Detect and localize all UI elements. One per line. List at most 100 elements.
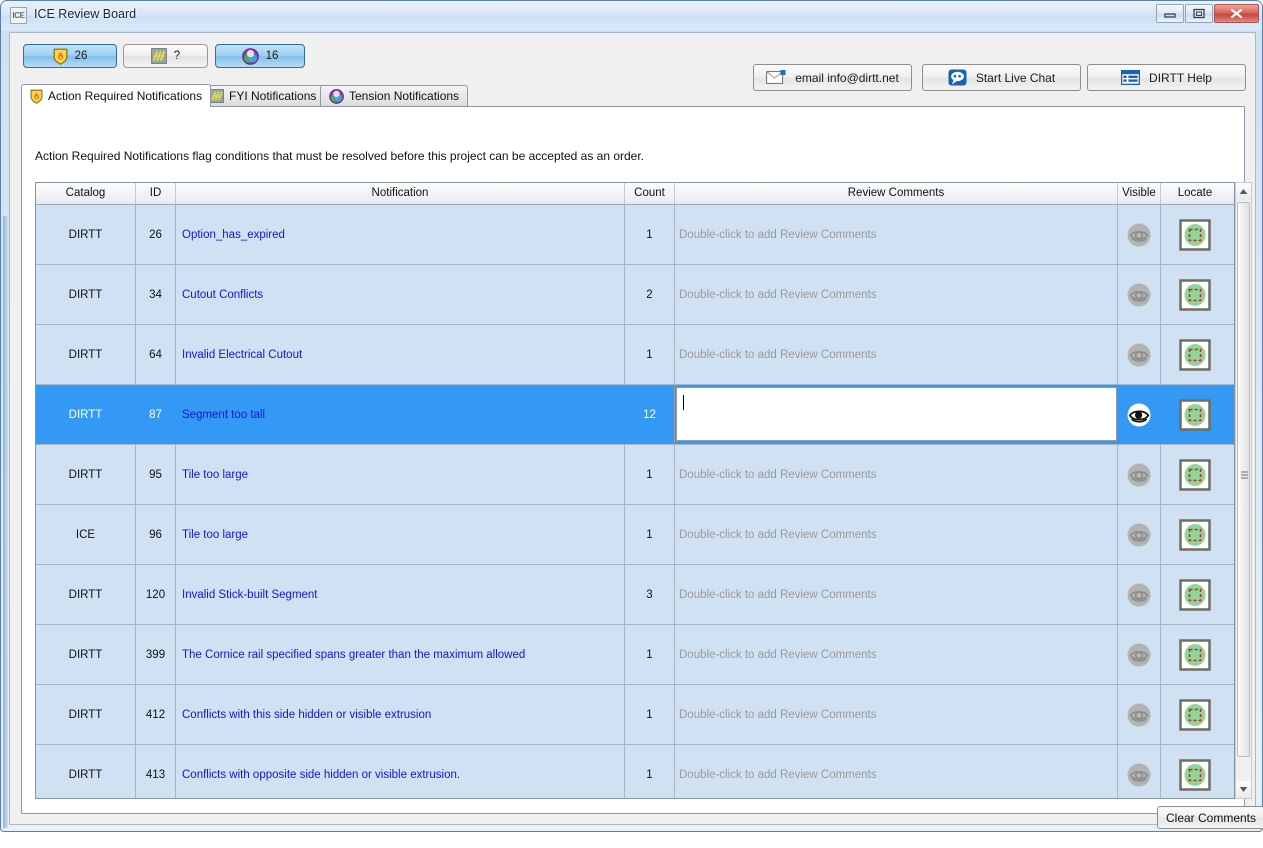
cell-visible[interactable] bbox=[1118, 325, 1161, 384]
cell-locate[interactable] bbox=[1161, 505, 1229, 564]
notification-link[interactable]: Conflicts with opposite side hidden or v… bbox=[182, 769, 460, 781]
visible-eye-icon[interactable] bbox=[1126, 642, 1152, 668]
clear-comments-button[interactable]: Clear Comments bbox=[1157, 806, 1263, 829]
scroll-up-arrow-icon[interactable] bbox=[1236, 183, 1251, 200]
locate-icon[interactable] bbox=[1179, 638, 1211, 671]
cell-locate[interactable] bbox=[1161, 205, 1229, 264]
cell-locate[interactable] bbox=[1161, 325, 1229, 384]
cell-visible[interactable] bbox=[1118, 445, 1161, 504]
visible-eye-icon[interactable] bbox=[1126, 282, 1152, 308]
tab-action-required-notifications[interactable]: Action Required Notifications bbox=[21, 84, 212, 107]
cell-review-comments[interactable]: Double-click to add Review Comments bbox=[675, 685, 1118, 744]
visible-eye-icon[interactable] bbox=[1126, 462, 1152, 488]
locate-icon[interactable] bbox=[1179, 518, 1211, 551]
cell-review-comments[interactable]: Double-click to add Review Comments bbox=[675, 565, 1118, 624]
cell-notification[interactable]: Cutout Conflicts bbox=[176, 265, 625, 324]
cell-visible[interactable] bbox=[1118, 565, 1161, 624]
locate-icon[interactable] bbox=[1179, 278, 1211, 311]
locate-icon[interactable] bbox=[1179, 758, 1211, 791]
cell-visible[interactable] bbox=[1118, 205, 1161, 264]
cell-visible[interactable] bbox=[1118, 745, 1161, 798]
table-row[interactable]: DIRTT 399 The Cornice rail specified spa… bbox=[36, 625, 1234, 685]
cell-notification[interactable]: The Cornice rail specified spans greater… bbox=[176, 625, 625, 684]
visible-eye-icon[interactable] bbox=[1126, 522, 1152, 548]
close-button[interactable] bbox=[1214, 4, 1259, 23]
notification-link[interactable]: Cutout Conflicts bbox=[182, 289, 263, 301]
notification-link[interactable]: Tile too large bbox=[182, 469, 248, 481]
notification-link[interactable]: Invalid Electrical Cutout bbox=[182, 349, 302, 361]
notification-link[interactable]: Segment too tall bbox=[182, 409, 265, 421]
column-header-visible[interactable]: Visible bbox=[1118, 183, 1161, 204]
locate-icon[interactable] bbox=[1179, 458, 1211, 491]
visible-eye-icon[interactable] bbox=[1126, 342, 1152, 368]
locate-icon[interactable] bbox=[1179, 578, 1211, 611]
locate-icon[interactable] bbox=[1179, 338, 1211, 371]
notification-link[interactable]: The Cornice rail specified spans greater… bbox=[182, 649, 525, 661]
visible-eye-icon[interactable] bbox=[1126, 402, 1152, 428]
cell-review-comments[interactable]: Double-click to add Review Comments bbox=[675, 745, 1118, 798]
column-header-id[interactable]: ID bbox=[136, 183, 176, 204]
review-comments-editor[interactable] bbox=[676, 387, 1117, 441]
locate-icon[interactable] bbox=[1179, 398, 1211, 431]
tab-tension-notifications[interactable]: Tension Notifications bbox=[320, 85, 469, 106]
cell-notification[interactable]: Segment too tall bbox=[176, 385, 625, 444]
cell-notification[interactable]: Conflicts with this side hidden or visib… bbox=[176, 685, 625, 744]
cell-locate[interactable] bbox=[1161, 685, 1229, 744]
notification-link[interactable]: Conflicts with this side hidden or visib… bbox=[182, 709, 431, 721]
badge-button-fyi[interactable]: ? bbox=[123, 44, 208, 68]
visible-eye-icon[interactable] bbox=[1126, 762, 1152, 788]
table-row[interactable]: DIRTT 87 Segment too tall 12 bbox=[36, 385, 1234, 445]
badge-button-action-required[interactable]: 26 bbox=[23, 44, 117, 68]
cell-visible[interactable] bbox=[1118, 505, 1161, 564]
cell-review-comments[interactable]: Double-click to add Review Comments bbox=[675, 625, 1118, 684]
table-row[interactable]: DIRTT 26 Option_has_expired 1 Double-cli… bbox=[36, 205, 1234, 265]
cell-notification[interactable]: Tile too large bbox=[176, 445, 625, 504]
cell-visible[interactable] bbox=[1118, 265, 1161, 324]
cell-visible[interactable] bbox=[1118, 625, 1161, 684]
cell-visible[interactable] bbox=[1118, 385, 1161, 444]
cell-locate[interactable] bbox=[1161, 265, 1229, 324]
column-header-count[interactable]: Count bbox=[625, 183, 675, 204]
cell-locate[interactable] bbox=[1161, 625, 1229, 684]
minimize-button[interactable] bbox=[1156, 4, 1184, 23]
cell-notification[interactable]: Option_has_expired bbox=[176, 205, 625, 264]
table-row[interactable]: DIRTT 412 Conflicts with this side hidde… bbox=[36, 685, 1234, 745]
maximize-button[interactable] bbox=[1185, 4, 1213, 23]
cell-review-comments[interactable]: Double-click to add Review Comments bbox=[675, 265, 1118, 324]
cell-notification[interactable]: Invalid Electrical Cutout bbox=[176, 325, 625, 384]
visible-eye-icon[interactable] bbox=[1126, 702, 1152, 728]
grid-vertical-scrollbar[interactable] bbox=[1235, 182, 1252, 799]
notification-link[interactable]: Option_has_expired bbox=[182, 229, 285, 241]
cell-locate[interactable] bbox=[1161, 385, 1229, 444]
cell-review-comments[interactable]: Double-click to add Review Comments bbox=[675, 205, 1118, 264]
visible-eye-icon[interactable] bbox=[1126, 582, 1152, 608]
notification-link[interactable]: Invalid Stick-built Segment bbox=[182, 589, 318, 601]
cell-review-comments[interactable]: Double-click to add Review Comments bbox=[675, 445, 1118, 504]
table-row[interactable]: ICE 96 Tile too large 1 Double-click to … bbox=[36, 505, 1234, 565]
column-header-catalog[interactable]: Catalog bbox=[36, 183, 136, 204]
column-header-notification[interactable]: Notification bbox=[176, 183, 625, 204]
locate-icon[interactable] bbox=[1179, 698, 1211, 731]
badge-button-tension[interactable]: 16 bbox=[215, 44, 305, 68]
notification-link[interactable]: Tile too large bbox=[182, 529, 248, 541]
cell-locate[interactable] bbox=[1161, 745, 1229, 798]
cell-locate[interactable] bbox=[1161, 565, 1229, 624]
table-row[interactable]: DIRTT 95 Tile too large 1 Double-click t… bbox=[36, 445, 1234, 505]
locate-icon[interactable] bbox=[1179, 218, 1211, 251]
table-row[interactable]: DIRTT 34 Cutout Conflicts 2 Double-click… bbox=[36, 265, 1234, 325]
tab-fyi-notifications[interactable]: FYI Notifications bbox=[201, 85, 326, 106]
cell-notification[interactable]: Conflicts with opposite side hidden or v… bbox=[176, 745, 625, 798]
scroll-down-arrow-icon[interactable] bbox=[1236, 781, 1251, 798]
table-row[interactable]: DIRTT 413 Conflicts with opposite side h… bbox=[36, 745, 1234, 798]
cell-notification[interactable]: Invalid Stick-built Segment bbox=[176, 565, 625, 624]
scrollbar-thumb[interactable] bbox=[1237, 202, 1250, 757]
column-header-review-comments[interactable]: Review Comments bbox=[675, 183, 1118, 204]
cell-locate[interactable] bbox=[1161, 445, 1229, 504]
table-row[interactable]: DIRTT 64 Invalid Electrical Cutout 1 Dou… bbox=[36, 325, 1234, 385]
column-header-locate[interactable]: Locate bbox=[1161, 183, 1229, 204]
cell-notification[interactable]: Tile too large bbox=[176, 505, 625, 564]
table-row[interactable]: DIRTT 120 Invalid Stick-built Segment 3 … bbox=[36, 565, 1234, 625]
cell-visible[interactable] bbox=[1118, 685, 1161, 744]
cell-review-comments[interactable]: Double-click to add Review Comments bbox=[675, 325, 1118, 384]
visible-eye-icon[interactable] bbox=[1126, 222, 1152, 248]
